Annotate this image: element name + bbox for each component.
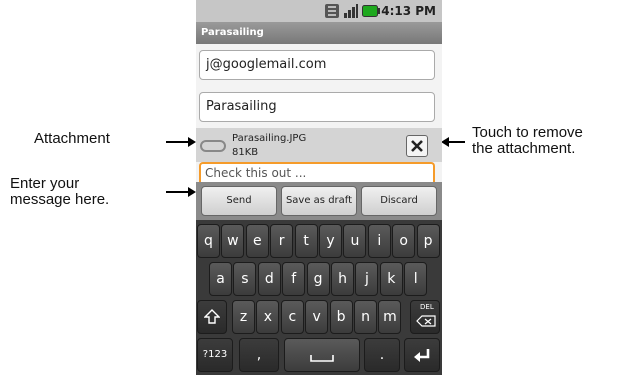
key-r[interactable]: r: [270, 224, 294, 258]
on-screen-keyboard: qwertyuiop asdfghjkl zxcvbnm DEL ?123 , …: [196, 220, 442, 375]
key-a[interactable]: a: [209, 262, 232, 296]
delete-key[interactable]: DEL: [410, 300, 440, 334]
attachment-callout: Attachment: [34, 130, 110, 147]
attachment-row: Parasailing.JPG 81KB: [196, 128, 442, 162]
status-time: 4:13 PM: [381, 4, 436, 18]
key-q[interactable]: q: [197, 224, 220, 258]
remove-callout-line1: Touch to remove: [472, 124, 583, 141]
key-x[interactable]: x: [256, 300, 280, 334]
status-bar: 4:13 PM: [196, 0, 442, 22]
backspace-icon: [416, 315, 436, 327]
key-d[interactable]: d: [257, 262, 281, 296]
period-key[interactable]: .: [364, 338, 400, 372]
remove-callout-line2: the attachment.: [472, 140, 576, 157]
key-t[interactable]: t: [294, 224, 318, 258]
shift-key[interactable]: [197, 300, 227, 334]
enter-message-line1: Enter your: [10, 175, 80, 192]
network-3g-icon: [325, 4, 339, 18]
send-button[interactable]: Send: [201, 186, 277, 216]
app-title-bar: Parasailing: [196, 22, 442, 44]
key-n[interactable]: n: [354, 300, 377, 334]
action-button-bar: Send Save as draft Discard: [196, 182, 442, 220]
enter-message-line2: message here.: [10, 191, 110, 208]
remove-arrow-head: [441, 137, 449, 147]
enter-arrow-icon: [414, 349, 430, 362]
key-i[interactable]: i: [367, 224, 391, 258]
key-s[interactable]: s: [233, 262, 257, 296]
attachment-arrow-head: [188, 137, 196, 147]
space-bar-icon: [310, 355, 334, 362]
save-draft-button[interactable]: Save as draft: [281, 186, 357, 216]
subject-field[interactable]: Parasailing: [199, 92, 435, 122]
enter-message-callout: Enter your message here.: [10, 176, 109, 208]
discard-button[interactable]: Discard: [361, 186, 437, 216]
remove-attachment-button[interactable]: [406, 135, 428, 157]
space-key[interactable]: [284, 338, 360, 372]
key-p[interactable]: p: [416, 224, 440, 258]
key-u[interactable]: u: [343, 224, 367, 258]
signal-bars-icon: [344, 4, 358, 18]
key-j[interactable]: j: [355, 262, 379, 296]
key-c[interactable]: c: [280, 300, 304, 334]
remove-arrow-line: [447, 141, 465, 143]
symbols-key[interactable]: ?123: [197, 338, 233, 372]
phone-screen: 4:13 PM Parasailing j@googlemail.com Par…: [196, 0, 442, 375]
enter-key[interactable]: [404, 338, 440, 372]
key-v[interactable]: v: [305, 300, 329, 334]
attachment-filename: Parasailing.JPG: [232, 133, 307, 144]
attachment-size: 81KB: [232, 147, 259, 158]
remove-attachment-callout: Touch to remove the attachment.: [472, 125, 583, 157]
shift-arrow-icon: [203, 309, 221, 324]
enter-message-arrow-head: [188, 187, 196, 197]
paperclip-icon: [200, 140, 226, 152]
battery-icon: [362, 5, 380, 17]
app-title: Parasailing: [201, 27, 264, 38]
key-w[interactable]: w: [221, 224, 245, 258]
comma-key[interactable]: ,: [239, 338, 279, 372]
key-h[interactable]: h: [331, 262, 354, 296]
key-y[interactable]: y: [319, 224, 342, 258]
key-z[interactable]: z: [232, 300, 255, 334]
key-m[interactable]: m: [378, 300, 402, 334]
key-o[interactable]: o: [392, 224, 416, 258]
key-e[interactable]: e: [245, 224, 269, 258]
to-field[interactable]: j@googlemail.com: [199, 50, 435, 80]
message-body-field[interactable]: Check this out ...: [199, 162, 435, 182]
key-g[interactable]: g: [306, 262, 330, 296]
key-k[interactable]: k: [379, 262, 403, 296]
key-f[interactable]: f: [282, 262, 306, 296]
close-icon: [411, 140, 423, 152]
key-b[interactable]: b: [329, 300, 353, 334]
